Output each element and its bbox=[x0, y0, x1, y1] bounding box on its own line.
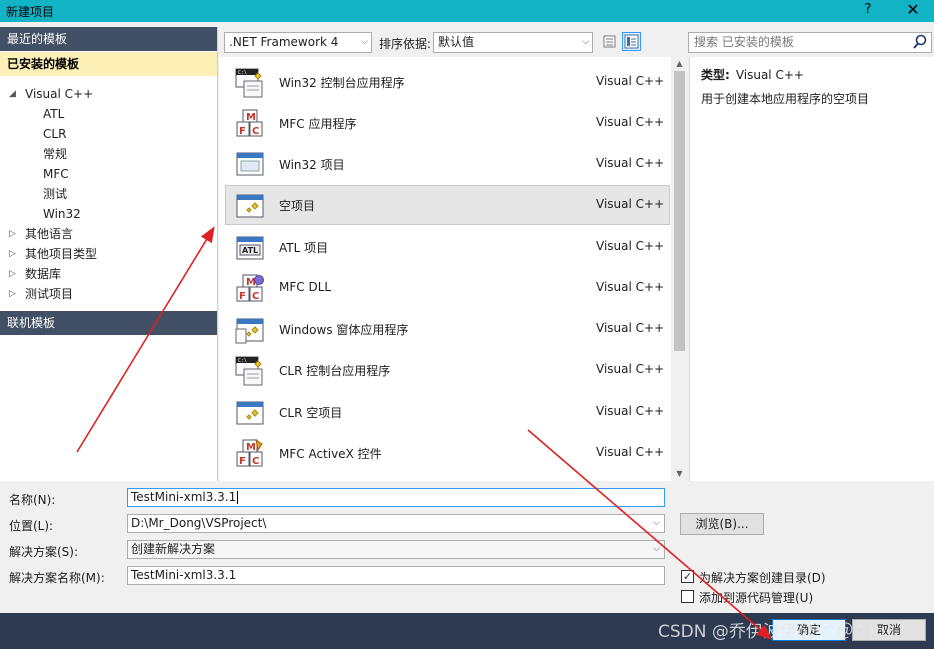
list-item[interactable]: Win32 项目 Visual C++ bbox=[225, 144, 670, 184]
template-description: 用于创建本地应用程序的空项目 bbox=[701, 92, 870, 106]
create-directory-label: 为解决方案创建目录(D) bbox=[699, 571, 826, 585]
scroll-up-icon[interactable]: ▲ bbox=[671, 57, 688, 71]
activex-icon bbox=[236, 438, 263, 468]
sort-label: 排序依据: bbox=[379, 37, 432, 51]
console-app-icon bbox=[235, 356, 263, 386]
template-type: 类型: Visual C++ bbox=[701, 68, 804, 82]
location-label: 位置(L): bbox=[9, 519, 54, 533]
list-item[interactable]: MFC 应用程序 Visual C++ bbox=[225, 103, 670, 143]
atl-icon bbox=[236, 236, 264, 260]
solution-select[interactable]: 创建新解决方案 ⌵ bbox=[127, 540, 665, 559]
create-directory-checkbox[interactable]: ✓ bbox=[681, 570, 694, 583]
framework-select[interactable]: .NET Framework 4 ⌵ bbox=[224, 32, 372, 53]
tree-item-test[interactable]: 测试 bbox=[43, 184, 67, 204]
browse-button[interactable]: 浏览(B)... bbox=[680, 513, 764, 535]
mfc-icon bbox=[236, 109, 263, 138]
tree-item-database[interactable]: ▷ 数据库 bbox=[0, 264, 217, 284]
expand-arrow-icon[interactable]: ▷ bbox=[9, 224, 16, 244]
scroll-down-icon[interactable]: ▼ bbox=[671, 467, 688, 481]
list-item[interactable]: Win32 控制台应用程序 Visual C++ bbox=[225, 62, 670, 102]
template-list-scrollbar[interactable]: ▲ ▼ bbox=[671, 57, 688, 481]
mfc-dll-icon bbox=[236, 274, 264, 303]
console-app-icon bbox=[235, 68, 263, 98]
sort-select[interactable]: 默认值 ⌵ bbox=[433, 32, 593, 53]
installed-templates-header[interactable]: 已安装的模板 bbox=[0, 52, 217, 76]
title-bar: 新建项目 ? ✕ bbox=[0, 0, 934, 22]
expand-arrow-icon[interactable]: ▷ bbox=[9, 244, 16, 264]
tree-item-visual-cpp[interactable]: ◢ Visual C++ bbox=[0, 84, 217, 104]
watermark: CSDN @乔伊波伊o(*^＠^)o bbox=[658, 622, 885, 642]
search-icon[interactable] bbox=[912, 34, 928, 50]
online-templates-header[interactable]: 联机模板 bbox=[0, 311, 217, 335]
window-title: 新建项目 bbox=[6, 5, 55, 19]
solution-name-input[interactable]: TestMini-xml3.3.1 bbox=[127, 566, 665, 585]
recent-templates-header[interactable]: 最近的模板 bbox=[0, 27, 217, 51]
chevron-down-icon: ⌵ bbox=[361, 37, 368, 47]
list-view-button[interactable] bbox=[600, 32, 619, 51]
empty-project-icon bbox=[236, 401, 264, 425]
list-item[interactable]: CLR 控制台应用程序 Visual C++ bbox=[225, 350, 670, 390]
window-icon bbox=[236, 152, 264, 176]
list-item[interactable]: MFC DLL Visual C++ bbox=[225, 268, 670, 308]
template-search-input[interactable]: 搜索 已安装的模板 bbox=[688, 32, 932, 53]
list-item[interactable]: Windows 窗体应用程序 Visual C++ bbox=[225, 309, 670, 349]
list-view-icon bbox=[603, 35, 616, 48]
template-list: Win32 控制台应用程序 Visual C++ MFC 应用程序 Visual… bbox=[219, 57, 671, 481]
close-button[interactable]: ✕ bbox=[900, 0, 926, 22]
expand-arrow-icon[interactable]: ◢ bbox=[9, 84, 16, 104]
location-input[interactable]: D:\Mr_Dong\VSProject\ ⌵ bbox=[127, 514, 665, 533]
source-control-checkbox[interactable] bbox=[681, 590, 694, 603]
solution-name-label: 解决方案名称(M): bbox=[9, 571, 105, 585]
template-toolbar: .NET Framework 4 ⌵ 排序依据: 默认值 ⌵ bbox=[219, 27, 689, 57]
tree-item-general[interactable]: 常规 bbox=[43, 144, 67, 164]
help-button[interactable]: ? bbox=[858, 2, 878, 17]
tree-item-win32[interactable]: Win32 bbox=[43, 204, 81, 224]
list-item[interactable]: ATL 项目 Visual C++ bbox=[225, 227, 670, 267]
template-info-panel: 类型: Visual C++ 用于创建本地应用程序的空项目 bbox=[689, 57, 934, 481]
tree-item-clr[interactable]: CLR bbox=[43, 124, 66, 144]
tree-item-other-languages[interactable]: ▷ 其他语言 bbox=[0, 224, 217, 244]
scroll-thumb[interactable] bbox=[674, 71, 685, 351]
chevron-down-icon: ⌵ bbox=[582, 37, 589, 47]
tree-item-atl[interactable]: ATL bbox=[43, 104, 64, 124]
list-item[interactable]: MFC ActiveX 控件 Visual C++ bbox=[225, 433, 670, 473]
list-item-selected[interactable]: 空项目 Visual C++ bbox=[225, 185, 670, 225]
chevron-down-icon[interactable]: ⌵ bbox=[653, 515, 660, 532]
source-control-label: 添加到源代码管理(U) bbox=[699, 591, 814, 605]
empty-project-icon bbox=[236, 194, 264, 218]
tree-item-other-project-types[interactable]: ▷ 其他项目类型 bbox=[0, 244, 217, 264]
solution-label: 解决方案(S): bbox=[9, 545, 79, 559]
detail-view-button[interactable] bbox=[622, 32, 641, 51]
detail-view-icon bbox=[624, 34, 639, 49]
expand-arrow-icon[interactable]: ▷ bbox=[9, 284, 16, 304]
expand-arrow-icon[interactable]: ▷ bbox=[9, 264, 16, 284]
chevron-down-icon[interactable]: ⌵ bbox=[653, 541, 660, 558]
tree-item-mfc[interactable]: MFC bbox=[43, 164, 69, 184]
text-caret bbox=[237, 491, 239, 504]
tree-item-test-projects[interactable]: ▷ 测试项目 bbox=[0, 284, 217, 304]
template-category-panel: 最近的模板 已安装的模板 ◢ Visual C++ ATL CLR 常规 MFC… bbox=[0, 27, 218, 481]
winforms-icon bbox=[235, 318, 264, 344]
name-label: 名称(N): bbox=[9, 493, 56, 507]
list-item[interactable]: CLR 空项目 Visual C++ bbox=[225, 392, 670, 432]
project-name-input[interactable]: TestMini-xml3.3.1 bbox=[127, 488, 665, 507]
